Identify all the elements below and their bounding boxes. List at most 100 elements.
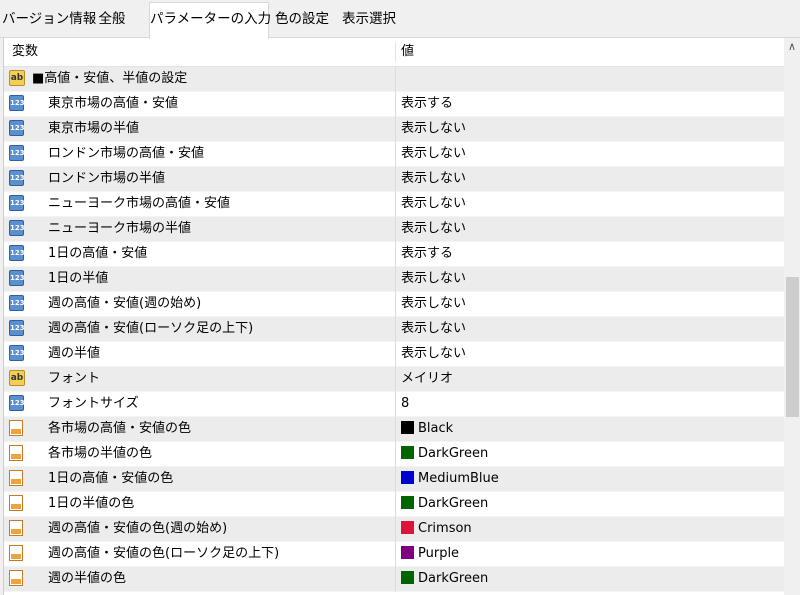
color-type-icon bbox=[9, 520, 26, 538]
parameter-name: 週の高値・安値(ローソク足の上下) bbox=[48, 321, 254, 336]
parameter-value[interactable]: 表示しない bbox=[401, 317, 466, 341]
numeric-type-icon: 123 bbox=[9, 220, 26, 238]
column-separator bbox=[395, 492, 396, 517]
parameter-row[interactable]: 123 東京市場の高値・安値 表示する bbox=[4, 92, 784, 117]
column-separator bbox=[395, 142, 396, 167]
parameter-value[interactable]: Purple bbox=[401, 542, 459, 566]
column-separator bbox=[395, 442, 396, 467]
parameter-name: 週の高値・安値の色(ローソク足の上下) bbox=[48, 546, 280, 561]
tab-visualization[interactable]: 表示選択 bbox=[336, 5, 402, 33]
numeric-type-icon: 123 bbox=[9, 345, 26, 363]
parameter-value[interactable]: MediumBlue bbox=[401, 467, 499, 491]
parameter-row[interactable]: 123 東京市場の半値 表示しない bbox=[4, 117, 784, 142]
parameter-value[interactable]: 表示しない bbox=[401, 342, 466, 366]
parameter-value[interactable]: 表示する bbox=[401, 92, 453, 116]
parameter-row[interactable]: 123 ロンドン市場の高値・安値 表示しない bbox=[4, 142, 784, 167]
parameter-row[interactable]: 123 フォントサイズ 8 bbox=[4, 392, 784, 417]
parameter-value[interactable]: Crimson bbox=[401, 517, 472, 541]
color-name: Black bbox=[418, 421, 454, 436]
tab-colors[interactable]: 色の設定 bbox=[271, 5, 333, 33]
numeric-type-icon: 123 bbox=[9, 245, 26, 263]
parameter-name: ロンドン市場の半値 bbox=[48, 171, 166, 186]
parameter-value[interactable]: DarkGreen bbox=[401, 567, 488, 591]
parameter-name: 各市場の半値の色 bbox=[48, 446, 153, 461]
parameter-row[interactable]: 各市場の高値・安値の色 Black bbox=[4, 417, 784, 442]
parameter-row[interactable]: 123 1日の半値 表示しない bbox=[4, 267, 784, 292]
vertical-scrollbar[interactable]: ∧ bbox=[784, 38, 800, 595]
tab-bar: バージョン情報 全般 パラメーターの入力 色の設定 表示選択 bbox=[0, 0, 800, 39]
color-type-icon bbox=[9, 420, 26, 438]
header-variable[interactable]: 変数 bbox=[12, 38, 38, 66]
parameter-row[interactable]: ab フォント メイリオ bbox=[4, 367, 784, 392]
color-swatch bbox=[401, 546, 414, 559]
parameter-value[interactable]: 表示しない bbox=[401, 142, 466, 166]
color-name: MediumBlue bbox=[418, 471, 499, 486]
parameters-grid: 変数 値 ab ■高値・安値、半値の設定 123 東京市場の高値・安値 表示する 123 東… bbox=[3, 38, 800, 595]
parameter-name: 週の高値・安値の色(週の始め) bbox=[48, 521, 228, 536]
parameter-row[interactable]: 123 週の高値・安値(ローソク足の上下) 表示しない bbox=[4, 317, 784, 342]
column-separator bbox=[395, 367, 396, 392]
parameter-name: 各市場の高値・安値の色 bbox=[48, 421, 192, 436]
string-type-icon: ab bbox=[9, 70, 26, 88]
column-separator bbox=[395, 267, 396, 292]
parameter-value[interactable]: 表示しない bbox=[401, 217, 466, 241]
parameter-value[interactable]: 表示しない bbox=[401, 292, 466, 316]
parameter-value[interactable]: メイリオ bbox=[401, 367, 453, 391]
column-separator bbox=[395, 342, 396, 367]
parameter-value[interactable]: 表示しない bbox=[401, 192, 466, 216]
parameter-value[interactable]: 表示する bbox=[401, 242, 453, 266]
scrollbar-thumb[interactable] bbox=[786, 277, 799, 417]
column-separator bbox=[395, 92, 396, 117]
parameter-rows: ab ■高値・安値、半値の設定 123 東京市場の高値・安値 表示する 123 東京市場の半… bbox=[4, 67, 784, 592]
parameter-row[interactable]: ab ■高値・安値、半値の設定 bbox=[4, 67, 784, 92]
parameter-row[interactable]: 123 週の高値・安値(週の始め) 表示しない bbox=[4, 292, 784, 317]
parameter-value[interactable]: 表示しない bbox=[401, 167, 466, 191]
parameter-row[interactable]: 週の半値の色 DarkGreen bbox=[4, 567, 784, 592]
column-separator bbox=[395, 117, 396, 142]
column-separator bbox=[395, 242, 396, 267]
color-type-icon bbox=[9, 570, 26, 588]
column-separator bbox=[395, 467, 396, 492]
column-separator bbox=[395, 317, 396, 342]
parameter-row[interactable]: 週の高値・安値の色(ローソク足の上下) Purple bbox=[4, 542, 784, 567]
grid-header: 変数 値 bbox=[4, 38, 784, 67]
parameter-row[interactable]: 123 ロンドン市場の半値 表示しない bbox=[4, 167, 784, 192]
tab-general[interactable]: 全般 bbox=[92, 5, 132, 33]
parameter-row[interactable]: 123 週の半値 表示しない bbox=[4, 342, 784, 367]
color-swatch bbox=[401, 571, 414, 584]
parameter-row[interactable]: 123 1日の高値・安値 表示する bbox=[4, 242, 784, 267]
column-separator bbox=[395, 417, 396, 442]
parameter-value[interactable]: 表示しない bbox=[401, 267, 466, 291]
column-separator bbox=[395, 217, 396, 242]
parameter-value[interactable]: 表示しない bbox=[401, 117, 466, 141]
numeric-type-icon: 123 bbox=[9, 295, 26, 313]
numeric-type-icon: 123 bbox=[9, 395, 26, 413]
color-swatch bbox=[401, 446, 414, 459]
color-name: DarkGreen bbox=[418, 496, 489, 511]
parameter-value[interactable]: DarkGreen bbox=[401, 442, 488, 466]
color-type-icon bbox=[9, 445, 26, 463]
parameter-row[interactable]: 1日の半値の色 DarkGreen bbox=[4, 492, 784, 517]
color-type-icon bbox=[9, 495, 26, 513]
scroll-up-arrow-icon[interactable]: ∧ bbox=[784, 38, 800, 55]
tab-version-info[interactable]: バージョン情報 bbox=[2, 5, 96, 33]
parameter-value[interactable]: Black bbox=[401, 417, 453, 441]
header-value[interactable]: 値 bbox=[401, 38, 414, 66]
parameter-row[interactable]: 各市場の半値の色 DarkGreen bbox=[4, 442, 784, 467]
parameter-row[interactable]: 123 ニューヨーク市場の高値・安値 表示しない bbox=[4, 192, 784, 217]
parameter-name: 1日の高値・安値 bbox=[48, 246, 148, 261]
parameter-name: 1日の高値・安値の色 bbox=[48, 471, 174, 486]
parameter-value[interactable]: 8 bbox=[401, 392, 409, 416]
color-type-icon bbox=[9, 470, 26, 488]
parameter-name: 週の高値・安値(週の始め) bbox=[48, 296, 202, 311]
parameter-value[interactable]: DarkGreen bbox=[401, 492, 488, 516]
parameter-name: ニューヨーク市場の高値・安値 bbox=[48, 196, 231, 211]
parameter-row[interactable]: 週の高値・安値の色(週の始め) Crimson bbox=[4, 517, 784, 542]
column-separator bbox=[395, 167, 396, 192]
header-divider[interactable] bbox=[395, 42, 396, 62]
tab-input-parameters[interactable]: パラメーターの入力 bbox=[149, 2, 271, 39]
parameter-row[interactable]: 1日の高値・安値の色 MediumBlue bbox=[4, 467, 784, 492]
parameter-row[interactable]: 123 ニューヨーク市場の半値 表示しない bbox=[4, 217, 784, 242]
column-separator bbox=[395, 192, 396, 217]
parameter-name: フォント bbox=[48, 371, 101, 386]
